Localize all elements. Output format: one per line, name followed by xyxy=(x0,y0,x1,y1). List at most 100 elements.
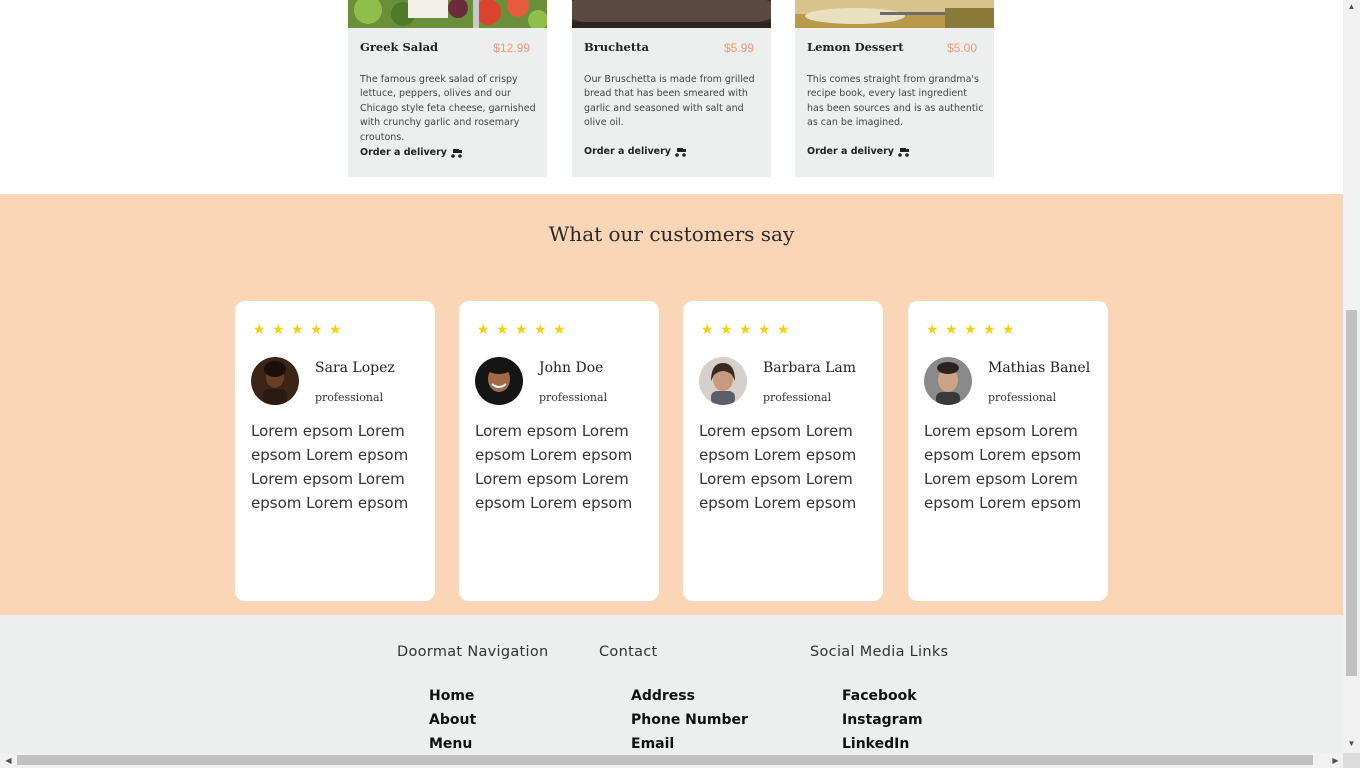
page: Greek Salad $12.99 The famous greek sala… xyxy=(0,0,1343,753)
scroll-up-arrow-icon[interactable]: ▲ xyxy=(1343,0,1360,14)
star-icon: ★ xyxy=(983,321,996,337)
greek-salad-image xyxy=(348,0,547,28)
star-icon: ★ xyxy=(777,321,790,337)
specials-section: Greek Salad $12.99 The famous greek sala… xyxy=(0,0,1343,194)
avatar xyxy=(924,357,972,405)
star-icon: ★ xyxy=(329,321,342,337)
reviewer-role: professional xyxy=(988,391,1057,404)
footer-column-navigation: Doormat Navigation Home About Menu xyxy=(397,644,549,752)
star-icon: ★ xyxy=(758,321,771,337)
star-icon: ★ xyxy=(701,321,714,337)
footer-link-menu[interactable]: Menu xyxy=(429,732,476,753)
delivery-scooter-icon xyxy=(451,148,462,158)
horizontal-scrollbar[interactable]: ◀ ▶ xyxy=(0,753,1343,768)
star-icon: ★ xyxy=(945,321,958,337)
dish-name: Lemon Dessert xyxy=(807,40,904,54)
star-icon: ★ xyxy=(964,321,977,337)
dish-price: $5.99 xyxy=(723,41,754,55)
dish-description: Our Bruschetta is made from grilled brea… xyxy=(584,74,755,129)
reviewer-name: Barbara Lam xyxy=(763,360,857,376)
footer-column-social: Social Media Links Facebook Instagram Li… xyxy=(810,644,949,752)
review-card: ★ ★ ★ ★ ★ Mathias Banel professional Lor… xyxy=(908,301,1108,601)
dish-card-greek-salad: Greek Salad $12.99 The famous greek sala… xyxy=(348,0,547,177)
footer-heading: Doormat Navigation xyxy=(397,644,549,660)
order-delivery-label: Order a delivery xyxy=(807,146,894,157)
reviewer-name: Sara Lopez xyxy=(315,360,395,376)
lemon-dessert-image xyxy=(795,0,994,28)
star-icon: ★ xyxy=(720,321,733,337)
avatar xyxy=(699,357,747,405)
star-icon: ★ xyxy=(496,321,509,337)
star-icon: ★ xyxy=(553,321,566,337)
scroll-down-arrow-icon[interactable]: ▼ xyxy=(1343,737,1360,751)
star-icon: ★ xyxy=(515,321,528,337)
star-icon: ★ xyxy=(310,321,323,337)
vertical-scroll-thumb[interactable] xyxy=(1346,310,1357,676)
dish-name: Greek Salad xyxy=(360,40,439,54)
order-delivery-link[interactable]: Order a delivery xyxy=(360,147,463,158)
reviewer-name: John Doe xyxy=(539,360,604,376)
footer-heading: Social Media Links xyxy=(810,644,949,660)
footer-link-phone[interactable]: Phone Number xyxy=(631,708,748,732)
star-icon: ★ xyxy=(1002,321,1015,337)
star-icon: ★ xyxy=(272,321,285,337)
footer: Doormat Navigation Home About Menu Conta… xyxy=(0,615,1343,753)
footer-link-facebook[interactable]: Facebook xyxy=(842,684,923,708)
scroll-left-arrow-icon[interactable]: ◀ xyxy=(1,753,16,768)
scroll-right-arrow-icon[interactable]: ▶ xyxy=(1328,753,1343,768)
star-rating: ★ ★ ★ ★ ★ xyxy=(253,322,343,336)
star-icon: ★ xyxy=(739,321,752,337)
avatar xyxy=(475,357,523,405)
dish-price: $5.00 xyxy=(946,41,977,55)
star-icon: ★ xyxy=(291,321,304,337)
review-card: ★ ★ ★ ★ ★ Sara Lopez professional Lorem … xyxy=(235,301,435,601)
footer-link-address[interactable]: Address xyxy=(631,684,748,708)
star-rating: ★ ★ ★ ★ ★ xyxy=(701,322,791,336)
dish-name: Bruchetta xyxy=(584,40,649,54)
review-text: Lorem epsom Lorem epsom Lorem epsom Lore… xyxy=(699,422,857,512)
dish-card-lemon-dessert: Lemon Dessert $5.00 This comes straight … xyxy=(795,0,994,177)
footer-link-linkedin[interactable]: LinkedIn xyxy=(842,732,923,753)
scrollbar-corner xyxy=(1343,753,1360,768)
order-delivery-label: Order a delivery xyxy=(584,146,671,157)
reviewer-role: professional xyxy=(539,391,608,404)
delivery-scooter-icon xyxy=(675,147,686,157)
footer-links: Facebook Instagram LinkedIn xyxy=(842,684,923,753)
dish-description: This comes straight from grandma's recip… xyxy=(807,74,984,129)
testimonials-section: What our customers say ★ ★ ★ ★ ★ Sara Lo… xyxy=(0,194,1343,615)
star-icon: ★ xyxy=(926,321,939,337)
footer-links: Address Phone Number Email xyxy=(631,684,748,753)
delivery-scooter-icon xyxy=(898,147,909,157)
footer-column-contact: Contact Address Phone Number Email xyxy=(599,644,748,752)
review-text: Lorem epsom Lorem epsom Lorem epsom Lore… xyxy=(475,422,633,512)
avatar xyxy=(251,357,299,405)
star-rating: ★ ★ ★ ★ ★ xyxy=(926,322,1016,336)
review-text: Lorem epsom Lorem epsom Lorem epsom Lore… xyxy=(251,422,409,512)
dish-price: $12.99 xyxy=(493,41,530,55)
review-card: ★ ★ ★ ★ ★ Barbara Lam professional Lorem… xyxy=(683,301,883,601)
footer-link-email[interactable]: Email xyxy=(631,732,748,753)
footer-links: Home About Menu xyxy=(429,684,476,753)
review-text: Lorem epsom Lorem epsom Lorem epsom Lore… xyxy=(924,422,1082,512)
order-delivery-label: Order a delivery xyxy=(360,147,447,158)
footer-link-about[interactable]: About xyxy=(429,708,476,732)
reviewer-name: Mathias Banel xyxy=(988,360,1091,376)
footer-link-home[interactable]: Home xyxy=(429,684,476,708)
dish-card-bruchetta: Bruchetta $5.99 Our Bruschetta is made f… xyxy=(572,0,771,177)
order-delivery-link[interactable]: Order a delivery xyxy=(807,146,910,157)
star-icon: ★ xyxy=(253,321,266,337)
footer-heading: Contact xyxy=(599,644,658,660)
star-icon: ★ xyxy=(477,321,490,337)
vertical-scrollbar[interactable]: ▲ ▼ xyxy=(1343,0,1360,753)
star-rating: ★ ★ ★ ★ ★ xyxy=(477,322,567,336)
reviewer-role: professional xyxy=(315,391,384,404)
testimonials-title: What our customers say xyxy=(548,222,795,246)
star-icon: ★ xyxy=(534,321,547,337)
footer-link-instagram[interactable]: Instagram xyxy=(842,708,923,732)
order-delivery-link[interactable]: Order a delivery xyxy=(584,146,687,157)
horizontal-scroll-thumb[interactable] xyxy=(17,755,1313,765)
bruchetta-image xyxy=(572,0,771,28)
reviewer-role: professional xyxy=(763,391,832,404)
dish-description: The famous greek salad of crispy lettuce… xyxy=(360,74,536,143)
review-card: ★ ★ ★ ★ ★ John Doe professional Lorem ep… xyxy=(459,301,659,601)
